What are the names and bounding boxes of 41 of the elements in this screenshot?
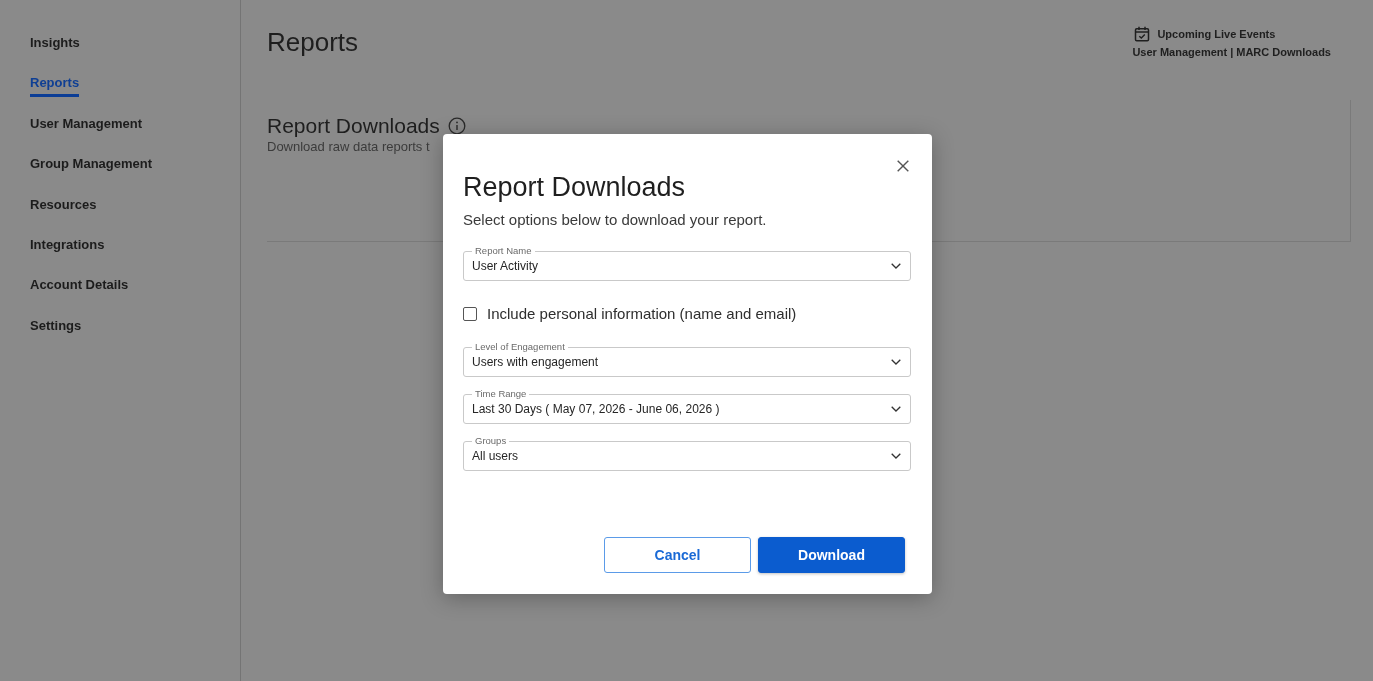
chevron-down-icon <box>891 263 901 269</box>
field-value: Last 30 Days ( May 07, 2026 - June 06, 2026 ) <box>472 401 720 417</box>
dialog-title: Report Downloads <box>463 171 687 203</box>
sidebar-item[interactable]: Integrations <box>30 235 105 259</box>
sidebar-item[interactable]: Insights <box>30 34 80 57</box>
chevron-down-icon <box>891 359 901 365</box>
field-value: All users <box>472 448 518 464</box>
header-link[interactable]: MARC Downloads <box>1236 44 1331 60</box>
field-label: Groups <box>474 435 508 447</box>
cancel-button[interactable]: Cancel <box>604 537 751 573</box>
chevron-down-icon <box>891 406 901 412</box>
dialog-subtitle: Select options below to download your report. <box>463 210 768 230</box>
sidebar-item[interactable]: Reports <box>30 74 80 98</box>
field-value: User Activity <box>472 258 538 274</box>
header-link[interactable]: User Management <box>1132 44 1228 60</box>
close-icon <box>897 160 909 172</box>
sidebar-item[interactable]: User Management <box>30 114 142 138</box>
link-separator: | <box>1230 45 1234 60</box>
checkbox[interactable] <box>463 307 477 321</box>
events-link[interactable]: Upcoming Live Events <box>1157 25 1276 42</box>
card-title: Report Downloads <box>267 113 440 139</box>
close-button[interactable] <box>895 158 911 174</box>
card-subtitle: Download raw data reports t <box>267 139 431 155</box>
download-button[interactable]: Download <box>758 537 905 573</box>
calendar-icon[interactable] <box>1134 25 1151 42</box>
dropdown-field[interactable]: Groups All users <box>463 435 911 471</box>
sidebar-item[interactable]: Account Details <box>30 276 129 300</box>
field-label: Report Name <box>474 245 533 257</box>
field-value: Users with engagement <box>472 354 599 370</box>
sidebar-item[interactable]: Resources <box>30 195 97 219</box>
dropdown-field[interactable]: Level of Engagement Users with engagement <box>463 341 911 377</box>
field-label: Time Range <box>474 388 528 400</box>
dropdown-field[interactable]: Report Name User Activity <box>463 245 911 281</box>
info-icon[interactable] <box>447 117 466 135</box>
sidebar-item[interactable]: Group Management <box>30 155 153 179</box>
checkbox-label[interactable]: Include personal information (name and email) <box>487 305 797 323</box>
page-title: Reports <box>267 27 359 57</box>
field-label: Level of Engagement <box>474 341 566 353</box>
sidebar-item[interactable]: Settings <box>30 316 82 340</box>
dropdown-field[interactable]: Time Range Last 30 Days ( May 07, 2026 - June 06, 2026 ) <box>463 388 911 424</box>
chevron-down-icon <box>891 453 901 459</box>
